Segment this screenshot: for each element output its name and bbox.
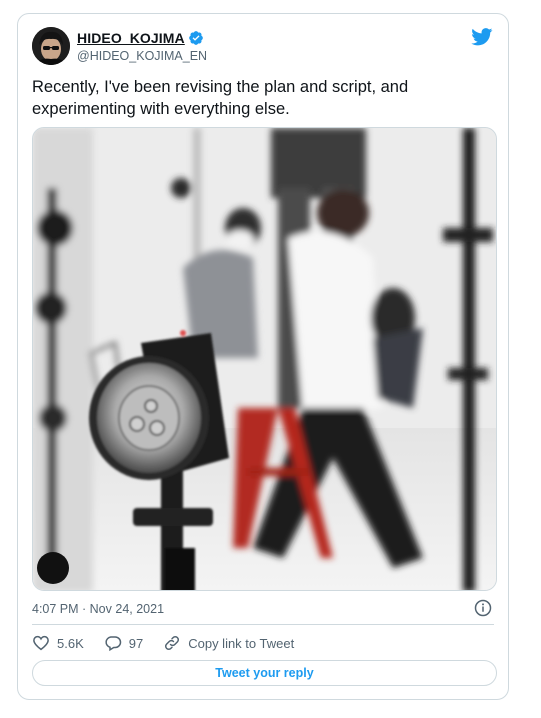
- reply-count: 97: [128, 635, 144, 651]
- tweet-your-reply-button[interactable]: Tweet your reply: [32, 660, 497, 686]
- verified-badge-icon: [188, 31, 203, 45]
- info-icon[interactable]: [474, 599, 492, 617]
- copy-link-label: Copy link to Tweet: [188, 635, 295, 651]
- like-count: 5.6K: [57, 635, 84, 651]
- tweet-card: HIDEO_KOJIMA @HIDEO_KOJIMA_EN Recently, …: [17, 13, 509, 700]
- divider: [32, 624, 494, 625]
- like-button[interactable]: 5.6K: [32, 634, 84, 652]
- tweet-text: Recently, I've been revising the plan an…: [32, 78, 409, 118]
- author-handle[interactable]: @HIDEO_KOJIMA_EN: [77, 49, 207, 63]
- twitter-bird-icon[interactable]: [471, 28, 493, 46]
- tweet-actions: 5.6K 97 Copy link to Tweet: [32, 634, 314, 652]
- heart-icon: [33, 635, 49, 651]
- tweet-photo[interactable]: [32, 127, 497, 591]
- copy-link-button[interactable]: Copy link to Tweet: [163, 634, 294, 652]
- author-name-row: HIDEO_KOJIMA: [77, 30, 204, 46]
- author-name[interactable]: HIDEO_KOJIMA: [77, 30, 185, 46]
- reply-button[interactable]: 97: [104, 634, 143, 652]
- link-icon: [165, 635, 180, 651]
- tweet-timestamp[interactable]: 4:07 PM · Nov 24, 2021: [32, 602, 164, 616]
- speech-bubble-icon: [105, 636, 121, 652]
- studio-photo-image: [33, 128, 496, 590]
- avatar[interactable]: [32, 27, 70, 65]
